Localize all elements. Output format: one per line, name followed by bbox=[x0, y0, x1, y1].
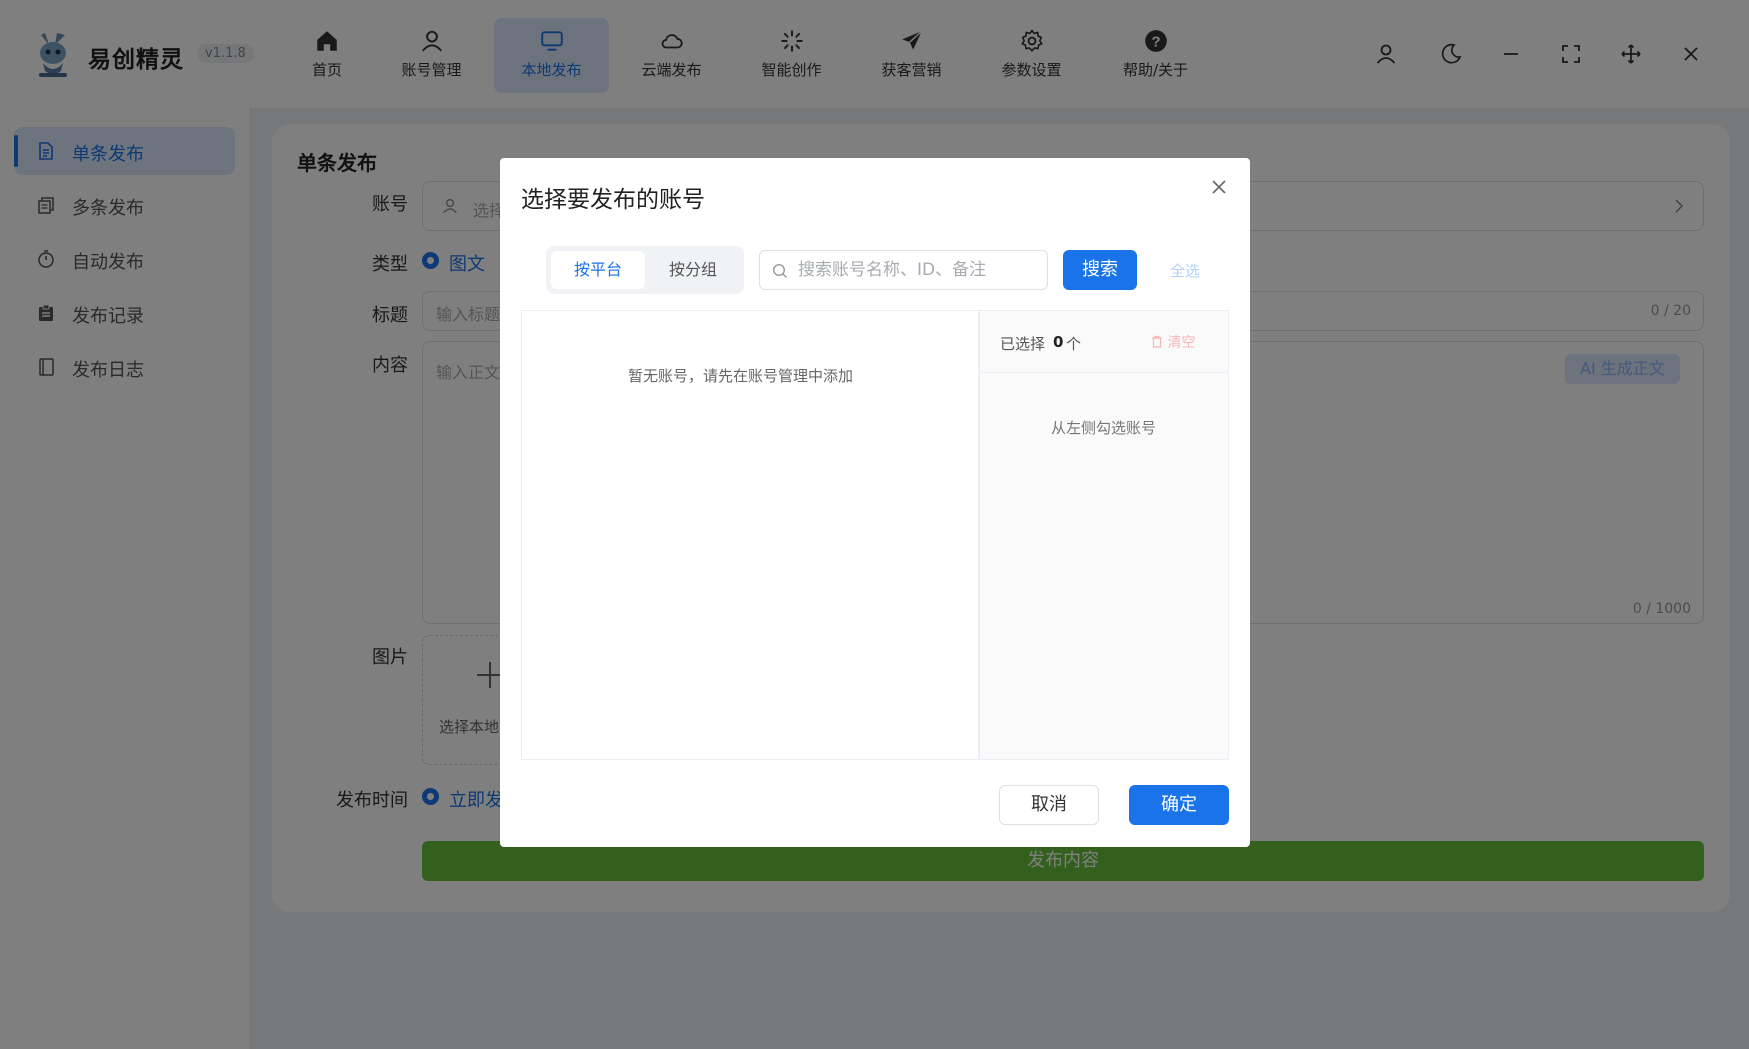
account-search-field bbox=[759, 250, 1048, 290]
selected-unit: 个 bbox=[1066, 335, 1082, 353]
group-mode-tabs: 按平台 按分组 bbox=[546, 246, 744, 294]
cancel-button[interactable]: 取消 bbox=[999, 785, 1099, 825]
close-icon[interactable] bbox=[1208, 176, 1230, 198]
confirm-button[interactable]: 确定 bbox=[1129, 785, 1229, 825]
modal-title: 选择要发布的账号 bbox=[521, 187, 705, 213]
selected-label: 已选择 bbox=[1000, 335, 1046, 353]
selected-empty-message: 从左侧勾选账号 bbox=[1051, 419, 1157, 437]
empty-accounts-message: 暂无账号，请先在账号管理中添加 bbox=[628, 367, 854, 385]
trash-icon bbox=[1152, 335, 1162, 348]
search-button[interactable]: 搜索 bbox=[1063, 250, 1137, 290]
select-all-link[interactable]: 全选 bbox=[1170, 260, 1200, 281]
tab-by-group[interactable]: 按分组 bbox=[647, 251, 739, 289]
selected-accounts-panel bbox=[979, 310, 1229, 760]
tab-by-platform[interactable]: 按平台 bbox=[551, 251, 645, 289]
account-search-input[interactable] bbox=[798, 257, 1038, 283]
clear-label: 清空 bbox=[1167, 335, 1196, 351]
search-icon bbox=[772, 263, 787, 278]
clear-selection-button[interactable]: 清空 bbox=[1151, 332, 1195, 352]
selected-count: 0 bbox=[1053, 333, 1064, 351]
